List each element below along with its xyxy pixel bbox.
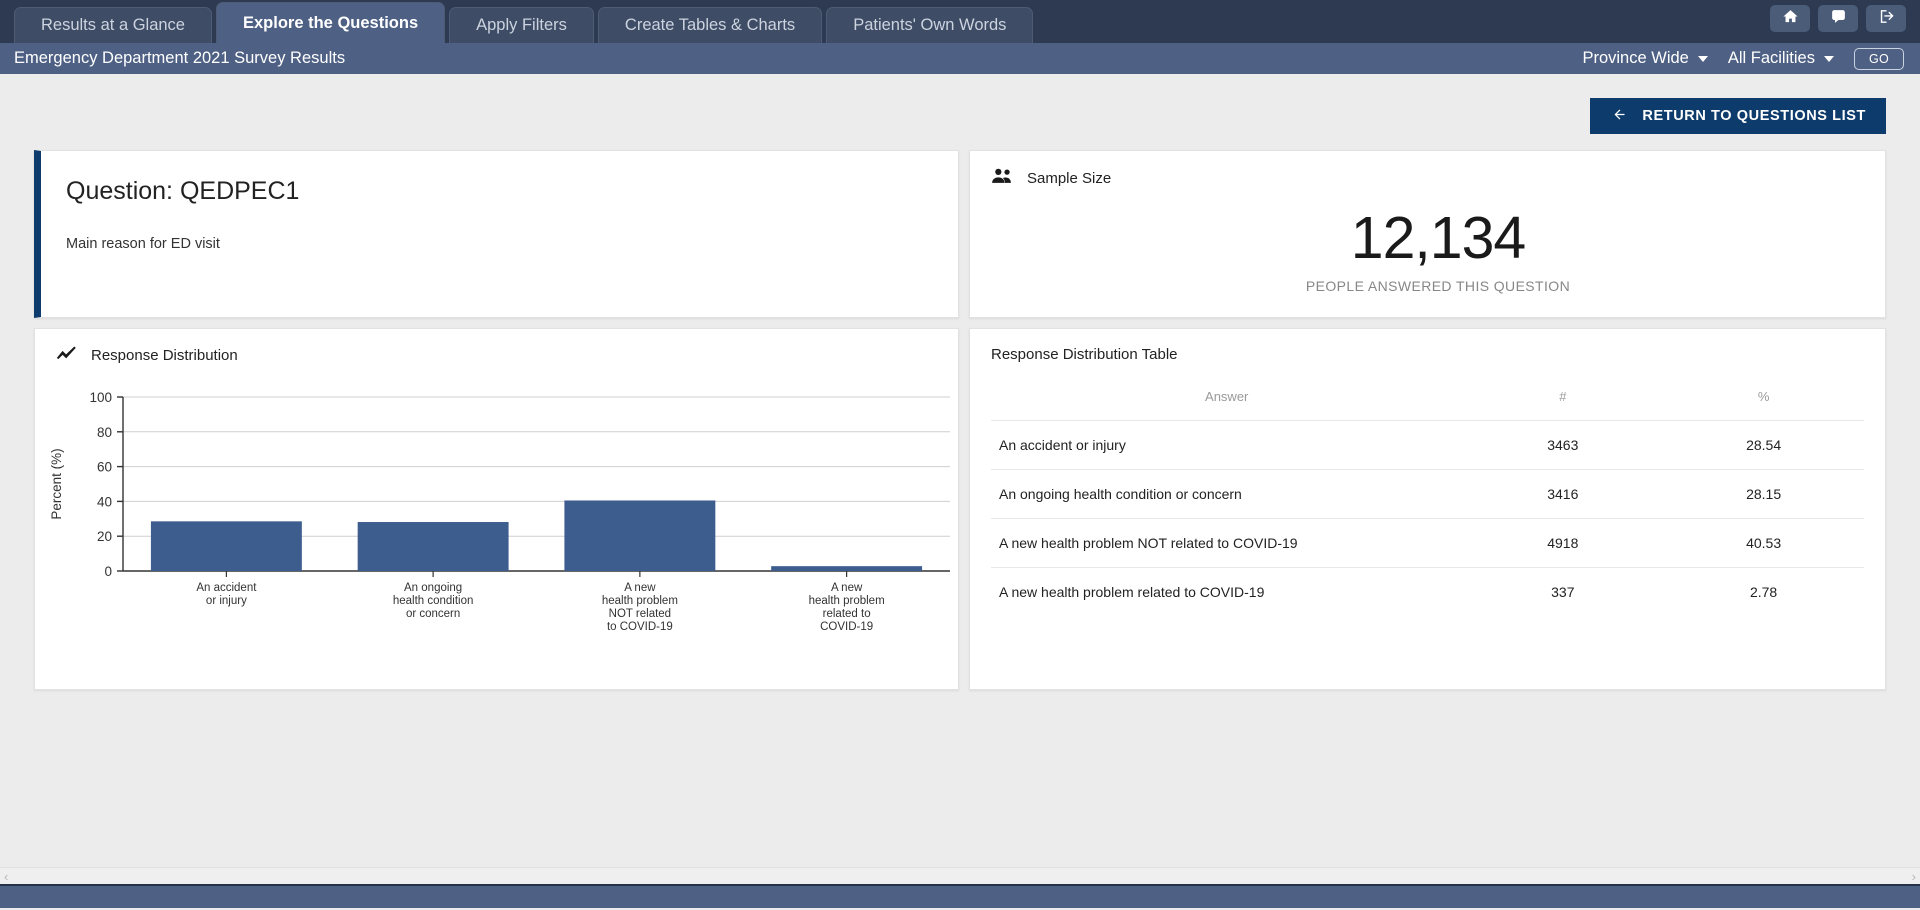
bar-chart-svg: 0 20 40 60 80 100 Percent (%) An accident or inj… [49, 390, 950, 633]
x-axis-tick-label: A new health problem NOT related to COVID-1… [602, 582, 678, 633]
tab-list: Results at a Glance Explore the Questions… [14, 0, 1037, 43]
comment-icon [1830, 8, 1847, 30]
question-subtitle: Main reason for ED visit [66, 236, 220, 252]
home-icon [1782, 8, 1799, 30]
scroll-right-icon[interactable]: › [1912, 870, 1916, 883]
bar[interactable] [771, 566, 923, 571]
y-axis-tick-label: 60 [97, 460, 112, 475]
horizontal-scrollbar[interactable]: ‹ › [0, 867, 1920, 884]
logout-icon [1878, 8, 1895, 30]
arrow-left-icon [1610, 107, 1629, 126]
cell-percent: 40.53 [1663, 518, 1864, 568]
cell-answer: An accident or injury [991, 420, 1463, 470]
chart-card-header: Response Distribution [56, 346, 958, 364]
tab-label: Apply Filters [476, 16, 567, 34]
y-axis-tick-label: 0 [104, 564, 112, 579]
question-card: Question: QEDPEC1 Main reason for ED vis… [34, 150, 959, 318]
page-title: Question: QEDPEC1 [66, 177, 300, 205]
facility-dropdown-label: All Facilities [1727, 49, 1815, 67]
cell-answer: A new health problem related to COVID-19 [991, 567, 1463, 616]
cell-count: 4918 [1462, 518, 1664, 568]
table-row: A new health problem NOT related to COVI… [991, 518, 1864, 568]
x-axis-tick-label: An ongoing health condition or concern [393, 582, 474, 620]
top-navigation-bar: Results at a Glance Explore the Questions… [0, 0, 1920, 43]
left-column: Question: QEDPEC1 Main reason for ED vis… [34, 150, 959, 690]
column-header-percent: % [1757, 389, 1770, 404]
y-axis-tick-label: 100 [89, 390, 112, 405]
response-distribution-chart-card: Response Distribution 0 20 40 60 80 100 Percen… [34, 328, 959, 690]
facility-dropdown[interactable]: All Facilities [1728, 49, 1834, 68]
tab-results-at-a-glance[interactable]: Results at a Glance [14, 7, 212, 43]
sample-size-caption: PEOPLE ANSWERED THIS QUESTION [1305, 278, 1571, 294]
cell-percent: 2.78 [1663, 567, 1864, 616]
sample-size-card: Sample Size 12,134 PEOPLE ANSWERED THIS … [969, 150, 1886, 318]
tab-patients-own-words[interactable]: Patients' Own Words [826, 7, 1034, 43]
table-row: A new health problem related to COVID-19… [991, 567, 1864, 616]
table-header: Answer # % [991, 389, 1864, 421]
y-axis-tick-label: 20 [97, 529, 112, 544]
subheader-controls: Province Wide All Facilities GO [1582, 47, 1904, 70]
response-distribution-table: Answer # % An accident or injury 3463 28.5… [991, 389, 1864, 616]
home-button[interactable] [1770, 5, 1810, 32]
return-row: RETURN TO QUESTIONS LIST [34, 74, 1886, 150]
table-header-row: Answer # % [991, 389, 1864, 421]
tab-explore-the-questions[interactable]: Explore the Questions [216, 2, 446, 43]
go-button[interactable]: GO [1853, 47, 1904, 70]
line-chart-icon [56, 346, 77, 364]
table-body: An accident or injury 3463 28.54 An ongoing… [991, 420, 1864, 616]
return-to-questions-list-button[interactable]: RETURN TO QUESTIONS LIST [1590, 98, 1886, 134]
logout-button[interactable] [1866, 5, 1906, 32]
bar[interactable] [357, 522, 509, 571]
cell-count: 337 [1462, 567, 1664, 616]
region-dropdown[interactable]: Province Wide [1582, 49, 1708, 68]
cell-answer: A new health problem NOT related to COVI… [991, 518, 1463, 568]
cards-grid: Question: QEDPEC1 Main reason for ED vis… [34, 150, 1886, 690]
table-row: An ongoing health condition or concern 34… [991, 469, 1864, 519]
sample-size-title: Sample Size [1027, 169, 1112, 187]
tab-label: Patients' Own Words [853, 16, 1007, 34]
survey-subheader: Emergency Department 2021 Survey Results… [0, 43, 1920, 74]
column-header-answer: Answer [1205, 389, 1249, 404]
cell-count: 3463 [1462, 420, 1664, 470]
table-row: An accident or injury 3463 28.54 [991, 420, 1864, 470]
cell-answer: An ongoing health condition or concern [991, 469, 1463, 519]
cell-count: 3416 [1462, 469, 1664, 519]
table-card-title: Response Distribution Table [991, 346, 1178, 363]
survey-title: Emergency Department 2021 Survey Results [14, 49, 346, 67]
region-dropdown-label: Province Wide [1582, 49, 1689, 67]
tab-label: Explore the Questions [243, 13, 419, 32]
sample-size-header: Sample Size [991, 168, 1885, 188]
people-icon [991, 168, 1013, 188]
y-axis-tick-label: 40 [97, 494, 112, 509]
tab-create-tables-charts[interactable]: Create Tables & Charts [597, 7, 823, 43]
tab-apply-filters[interactable]: Apply Filters [449, 7, 594, 43]
response-distribution-table-card: Response Distribution Table Answer # % A… [969, 328, 1886, 690]
x-axis-tick-label: An accident or injury [196, 582, 257, 607]
sample-size-value: 12,134 [1350, 205, 1526, 271]
cell-percent: 28.54 [1663, 420, 1864, 470]
chevron-down-icon [1823, 55, 1834, 62]
y-axis-tick-label: 80 [97, 425, 112, 440]
topbar-action-buttons [1770, 5, 1906, 32]
column-header-count: # [1559, 389, 1567, 404]
bar[interactable] [150, 521, 302, 571]
chevron-down-icon [1697, 55, 1708, 62]
cell-percent: 28.15 [1663, 469, 1864, 519]
page-content: RETURN TO QUESTIONS LIST Question: QEDPE… [0, 74, 1920, 884]
x-axis-tick-label: A new health problem related to COVID-19 [809, 582, 885, 633]
tab-label: Results at a Glance [41, 16, 185, 34]
y-axis-label: Percent (%) [49, 448, 64, 519]
bar[interactable] [564, 500, 716, 571]
tab-label: Create Tables & Charts [624, 16, 796, 34]
feedback-button[interactable] [1818, 5, 1858, 32]
scroll-left-icon[interactable]: ‹ [4, 870, 8, 883]
chart-card-title: Response Distribution [91, 346, 238, 364]
right-column: Sample Size 12,134 PEOPLE ANSWERED THIS … [969, 150, 1886, 690]
page-footer [0, 884, 1920, 908]
bar-chart: 0 20 40 60 80 100 Percent (%) An accident or inj… [35, 389, 955, 679]
return-button-label: RETURN TO QUESTIONS LIST [1642, 108, 1866, 124]
